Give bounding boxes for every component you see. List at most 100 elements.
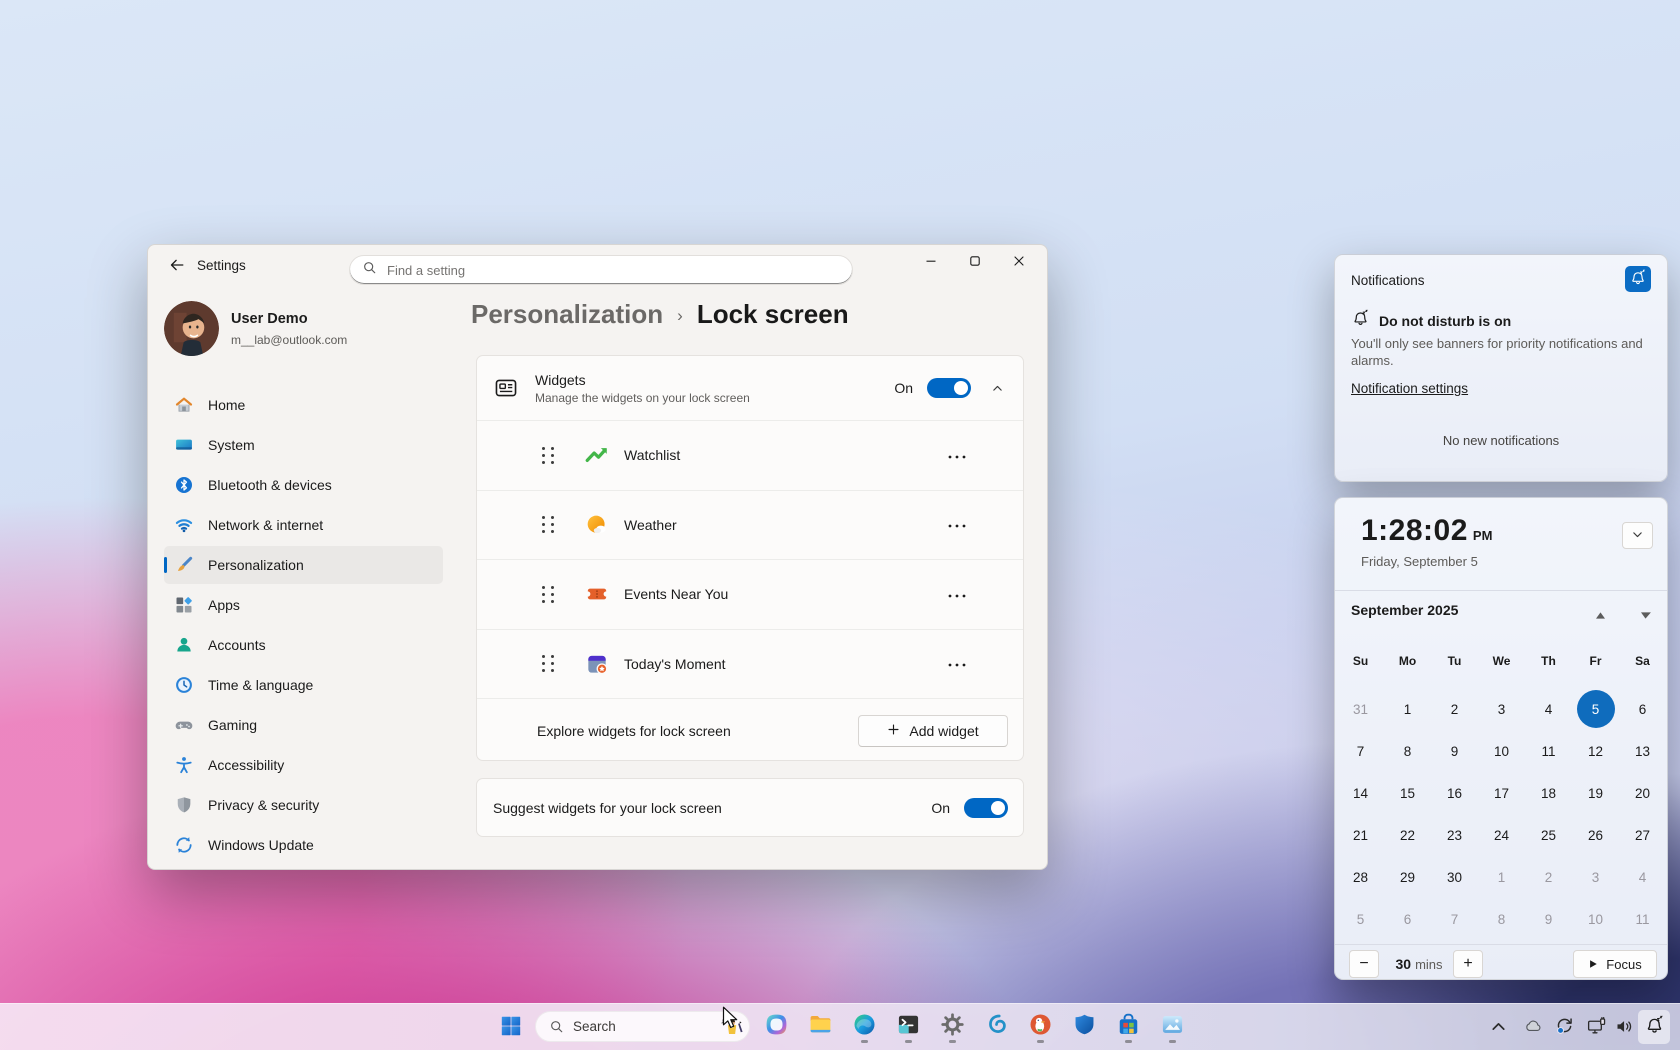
calendar-day[interactable]: 25 — [1525, 814, 1572, 856]
drag-handle-icon[interactable] — [542, 446, 554, 464]
sidebar-item-home[interactable]: Home — [164, 386, 443, 424]
back-button[interactable] — [162, 253, 192, 279]
do-not-disturb-button[interactable] — [1625, 266, 1651, 292]
calendar-day[interactable]: 4 — [1525, 688, 1572, 730]
sidebar-item-network-internet[interactable]: Network & internet — [164, 506, 443, 544]
calendar-day[interactable]: 8 — [1384, 730, 1431, 772]
onedrive-tray-icon[interactable] — [1521, 1016, 1545, 1040]
maximize-button[interactable] — [953, 245, 997, 279]
more-options-button[interactable] — [943, 444, 971, 467]
notification-settings-link[interactable]: Notification settings — [1351, 381, 1468, 396]
notification-bell-button[interactable] — [1638, 1010, 1670, 1044]
minimize-button[interactable] — [909, 245, 953, 279]
drag-handle-icon[interactable] — [542, 655, 554, 673]
more-options-button[interactable] — [943, 513, 971, 536]
sidebar-item-system[interactable]: System — [164, 426, 443, 464]
suggest-widgets-toggle[interactable] — [964, 797, 1008, 818]
sidebar-item-windows-update[interactable]: Windows Update — [164, 826, 443, 864]
calendar-day[interactable]: 2 — [1431, 688, 1478, 730]
copilot-button[interactable] — [762, 1009, 790, 1045]
update-tray-icon[interactable] — [1552, 1016, 1576, 1040]
shell-app-button[interactable] — [982, 1009, 1010, 1045]
taskbar-search[interactable]: Search ♪ — [535, 1011, 750, 1042]
calendar-day[interactable]: 6 — [1619, 688, 1666, 730]
calendar-day[interactable]: 5 — [1337, 898, 1384, 940]
calendar-day[interactable]: 22 — [1384, 814, 1431, 856]
calendar-day[interactable]: 9 — [1525, 898, 1572, 940]
drag-handle-icon[interactable] — [542, 585, 554, 603]
calendar-day[interactable]: 12 — [1572, 730, 1619, 772]
calendar-day[interactable]: 1 — [1384, 688, 1431, 730]
calendar-collapse-button[interactable] — [1622, 522, 1653, 549]
add-widget-button[interactable]: Add widget — [858, 714, 1008, 747]
duckduckgo-button[interactable] — [1026, 1009, 1054, 1045]
calendar-day[interactable]: 10 — [1572, 898, 1619, 940]
calendar-day[interactable]: 30 — [1431, 856, 1478, 898]
calendar-day[interactable]: 23 — [1431, 814, 1478, 856]
breadcrumb-parent[interactable]: Personalization — [471, 299, 663, 330]
photos-button[interactable] — [1158, 1009, 1186, 1045]
sidebar-item-apps[interactable]: Apps — [164, 586, 443, 624]
settings-search-input[interactable] — [385, 261, 840, 279]
focus-minus-button[interactable]: − — [1349, 950, 1379, 978]
calendar-day[interactable]: 7 — [1431, 898, 1478, 940]
calendar-day[interactable]: 21 — [1337, 814, 1384, 856]
more-options-button[interactable] — [943, 652, 971, 675]
calendar-day[interactable]: 8 — [1478, 898, 1525, 940]
network-tray-icon[interactable] — [1584, 1016, 1608, 1040]
defender-button[interactable] — [1070, 1009, 1098, 1045]
drag-handle-icon[interactable] — [542, 516, 554, 534]
calendar-day[interactable]: 26 — [1572, 814, 1619, 856]
calendar-day[interactable]: 24 — [1478, 814, 1525, 856]
calendar-day[interactable]: 9 — [1431, 730, 1478, 772]
calendar-day[interactable]: 17 — [1478, 772, 1525, 814]
calendar-day[interactable]: 20 — [1619, 772, 1666, 814]
calendar-day[interactable]: 18 — [1525, 772, 1572, 814]
terminal-button[interactable] — [894, 1009, 922, 1045]
calendar-day[interactable]: 16 — [1431, 772, 1478, 814]
calendar-day[interactable]: 4 — [1619, 856, 1666, 898]
settings-search-box[interactable] — [349, 255, 853, 285]
sidebar-item-gaming[interactable]: Gaming — [164, 706, 443, 744]
calendar-day[interactable]: 31 — [1337, 688, 1384, 730]
calendar-day[interactable]: 11 — [1619, 898, 1666, 940]
file-explorer-button[interactable] — [806, 1009, 834, 1045]
widgets-toggle[interactable] — [927, 378, 971, 398]
settings-app-button[interactable] — [938, 1009, 966, 1045]
calendar-day[interactable]: 1 — [1478, 856, 1525, 898]
widgets-header[interactable]: Widgets Manage the widgets on your lock … — [477, 356, 1023, 420]
sidebar-item-privacy-security[interactable]: Privacy & security — [164, 786, 443, 824]
calendar-day[interactable]: 3 — [1572, 856, 1619, 898]
calendar-day[interactable]: 7 — [1337, 730, 1384, 772]
calendar-prev-button[interactable] — [1593, 606, 1608, 625]
calendar-day[interactable]: 19 — [1572, 772, 1619, 814]
start-button[interactable] — [495, 1011, 526, 1043]
calendar-day[interactable]: 11 — [1525, 730, 1572, 772]
calendar-day[interactable]: 14 — [1337, 772, 1384, 814]
focus-button[interactable]: Focus — [1573, 950, 1657, 978]
calendar-next-button[interactable] — [1638, 606, 1653, 625]
calendar-day[interactable]: 6 — [1384, 898, 1431, 940]
calendar-day[interactable]: 28 — [1337, 856, 1384, 898]
calendar-day[interactable]: 29 — [1384, 856, 1431, 898]
avatar[interactable] — [164, 301, 219, 356]
edge-button[interactable] — [850, 1009, 878, 1045]
focus-plus-button[interactable]: + — [1453, 950, 1483, 978]
calendar-day[interactable]: 27 — [1619, 814, 1666, 856]
sidebar-item-accessibility[interactable]: Accessibility — [164, 746, 443, 784]
store-button[interactable] — [1114, 1009, 1142, 1045]
tray-chevron-up-button[interactable] — [1486, 1016, 1510, 1040]
calendar-day[interactable]: 2 — [1525, 856, 1572, 898]
calendar-day[interactable]: 15 — [1384, 772, 1431, 814]
calendar-day[interactable]: 3 — [1478, 688, 1525, 730]
sidebar-item-personalization[interactable]: Personalization — [164, 546, 443, 584]
more-options-button[interactable] — [943, 583, 971, 606]
calendar-day[interactable]: 10 — [1478, 730, 1525, 772]
chevron-up-icon[interactable] — [985, 376, 1009, 400]
calendar-day-selected[interactable]: 5 — [1572, 688, 1619, 730]
sidebar-item-bluetooth-devices[interactable]: Bluetooth & devices — [164, 466, 443, 504]
sidebar-item-accounts[interactable]: Accounts — [164, 626, 443, 664]
close-button[interactable] — [997, 245, 1041, 279]
volume-tray-icon[interactable] — [1612, 1016, 1636, 1040]
calendar-day[interactable]: 13 — [1619, 730, 1666, 772]
